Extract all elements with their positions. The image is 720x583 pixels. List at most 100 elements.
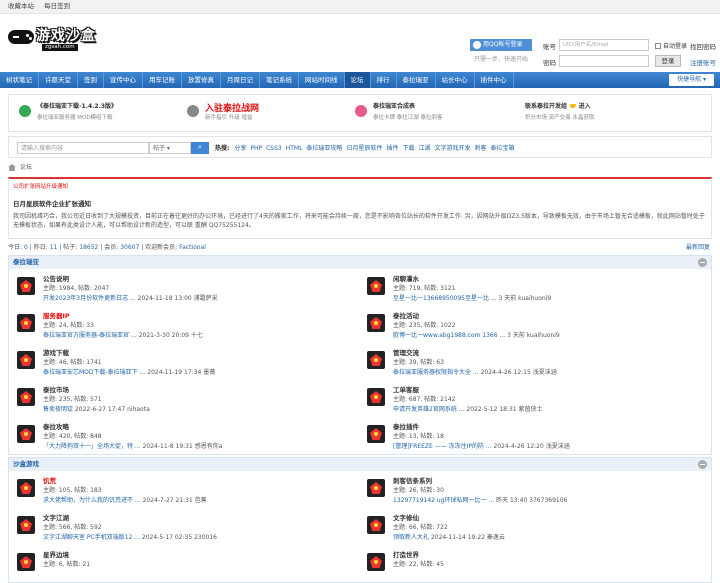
hot-search-link[interactable]: 日月星辰软件 [346, 145, 382, 152]
collapse-icon[interactable] [698, 460, 707, 469]
last-post-title[interactable]: 欧博一比一www.abg1988.com 1366 ... [393, 332, 505, 339]
search-input[interactable]: 请输入搜索内容 [17, 142, 149, 154]
nav-item[interactable]: 插件中心 [475, 72, 514, 88]
last-post-title[interactable]: 13297719142 ug环球私网一比一 ... [393, 497, 494, 504]
forum-item[interactable]: 泰拉市场 主题: 235, 帖数: 571 售卖夜明锭 2022-6-27 17:4… [9, 380, 359, 417]
promo-item[interactable]: 泰拉瑞亚合成表 泰拉卡牌 泰拉江湖 泰拉刺客 [349, 95, 519, 131]
forum-icon[interactable] [367, 479, 385, 497]
hot-search-link[interactable]: 下载 [402, 145, 414, 152]
forum-name[interactable]: 打造世界 [393, 549, 419, 559]
promo-title[interactable]: 《泰拉瑞亚下载-1.4.2.3版》 [37, 101, 117, 110]
last-post-title[interactable]: 泰拉瑞亚安芯MOD下载-泰拉瑞亚下 ... [43, 369, 145, 376]
forum-name[interactable]: 泰拉攻略 [43, 421, 69, 431]
hot-search-link[interactable]: CSS3 [266, 145, 282, 152]
hot-search-link[interactable]: 分享 [234, 145, 246, 152]
latest-reply-link[interactable]: 最新回复 [686, 241, 710, 255]
forum-name[interactable]: 文字修仙 [393, 512, 419, 522]
newest-member-link[interactable]: Factional [179, 244, 206, 251]
search-type-select[interactable]: 帖子 ▾ [149, 142, 191, 154]
hot-search-link[interactable]: HTML [286, 145, 303, 152]
hot-search-link[interactable]: 江湖 [418, 145, 430, 152]
forum-icon[interactable] [17, 516, 35, 534]
quick-nav-button[interactable]: 快捷导航 ▾ [669, 74, 714, 86]
forum-name[interactable]: 工单客服 [393, 384, 419, 394]
collapse-icon[interactable] [698, 258, 707, 267]
forum-name[interactable]: 文字江湖 [43, 512, 69, 522]
forum-item[interactable]: 刺客信条系列 主题: 26, 帖数: 30 13297719142 ug环球私网一比… [359, 471, 709, 508]
last-post-title[interactable]: 「大力降狗双十一」全场大促，特 ... [43, 443, 141, 450]
forgot-password-link[interactable]: 找回密码 [690, 41, 716, 51]
forum-item[interactable]: 打造世界 主题: 22, 帖数: 45 [359, 545, 709, 582]
forum-icon[interactable] [17, 425, 35, 443]
nav-item[interactable]: 泰拉瑞亚 [397, 72, 436, 88]
forum-icon[interactable] [367, 351, 385, 369]
forum-name[interactable]: 管理交流 [393, 347, 419, 357]
forum-item[interactable]: 饥荒 主题: 105, 帖数: 183 求大佬帮助，为什么我的饥荒进不 ... 20… [9, 471, 359, 508]
forum-name[interactable]: 泰拉市场 [43, 384, 69, 394]
forum-name[interactable]: 星界边境 [43, 549, 69, 559]
home-icon[interactable] [8, 164, 16, 171]
forum-icon[interactable] [367, 388, 385, 406]
promo-item[interactable]: 入驻泰拉战网 新手指引 升级 增益 [181, 95, 351, 131]
last-post-title[interactable]: 开发2023年3月份软件更新日志 ... [43, 295, 136, 302]
forum-item[interactable]: 管理交流 主题: 39, 帖数: 63 泰拉瑞亚服务器权限指令大全 ... 2024… [359, 343, 709, 380]
promo-item[interactable]: 联系泰拉开发组 🤝 进入 积分市场 资产交易 永晶获取 [519, 95, 689, 131]
nav-item[interactable]: 放置修真 [182, 72, 221, 88]
forum-item[interactable]: 服务器IP 主题: 24, 帖数: 33 泰拉瑞亚官方服务器-泰拉瑞亚官 ... 2… [9, 306, 359, 343]
auto-login-checkbox[interactable]: 自动登录 [655, 41, 687, 50]
group-header[interactable]: 沙盒游戏 [9, 458, 711, 471]
group-title[interactable]: 沙盒游戏 [13, 460, 39, 468]
forum-name[interactable]: 泰拉活动 [393, 310, 419, 320]
nav-item[interactable]: 网站时间线 [299, 72, 345, 88]
promo-title[interactable]: 泰拉瑞亚合成表 [373, 101, 415, 110]
forum-item[interactable]: 工单客服 主题: 687, 帖数: 2142 申请开发英雄2官网系统 ... 202… [359, 380, 709, 417]
last-post-title[interactable]: [管理]FREEZE —— 冻冻住IP的防 ... [393, 443, 492, 450]
nav-item[interactable]: 宣传中心 [104, 72, 143, 88]
hot-search-link[interactable]: 刺客 [475, 145, 487, 152]
password-input[interactable] [559, 55, 649, 67]
forum-item[interactable]: 游戏下载 主题: 46, 帖数: 1741 泰拉瑞亚安芯MOD下载-泰拉瑞亚下 ..… [9, 343, 359, 380]
forum-name[interactable]: 游戏下载 [43, 347, 69, 357]
forum-item[interactable]: 公告说明 主题: 1984, 帖数: 2047 开发2023年3月份软件更新日志 .… [9, 269, 359, 306]
hot-search-link[interactable]: PHP [250, 145, 262, 152]
forum-item[interactable]: 星界边境 主题: 6, 帖数: 21 [9, 545, 359, 582]
search-button[interactable]: ⌕ [191, 142, 209, 154]
forum-item[interactable]: 泰拉攻略 主题: 420, 帖数: 848 「大力降狗双十一」全场大促，特 ... … [9, 417, 359, 454]
forum-icon[interactable] [17, 553, 35, 571]
forum-name[interactable]: 公告说明 [43, 273, 69, 283]
group-title[interactable]: 泰拉瑞亚 [13, 258, 39, 266]
site-logo[interactable]: 游戏沙盒 zgsah.com [8, 18, 98, 54]
last-post-title[interactable]: 求大佬帮助，为什么我的饥荒进不 ... [43, 497, 141, 504]
nav-item[interactable]: 用车记账 [143, 72, 182, 88]
forum-icon[interactable] [367, 553, 385, 571]
bookmark-link[interactable]: 收藏本站 [8, 2, 34, 10]
group-header[interactable]: 泰拉瑞亚 [9, 256, 711, 269]
forum-name[interactable]: 饥荒 [43, 475, 56, 485]
breadcrumb-current[interactable]: 论坛 [20, 164, 32, 171]
forum-name[interactable]: 闲聊灌水 [393, 273, 419, 283]
last-post-title[interactable]: 至星一比一13668950095至星一比 ... [393, 295, 497, 302]
forum-name[interactable]: 泰拉插件 [393, 421, 419, 431]
hot-search-link[interactable]: 插件 [386, 145, 398, 152]
qq-login-button[interactable]: 用QQ帐号登录 [470, 39, 532, 51]
forum-icon[interactable] [367, 277, 385, 295]
hot-search-link[interactable]: 泰拉宝箱 [491, 145, 515, 152]
forum-icon[interactable] [17, 314, 35, 332]
nav-item[interactable]: 签到 [78, 72, 104, 88]
forum-item[interactable]: 泰拉活动 主题: 235, 帖数: 1022 欧博一比一www.abg1988.co… [359, 306, 709, 343]
forum-icon[interactable] [17, 351, 35, 369]
nav-item[interactable]: 许愿天堂 [39, 72, 78, 88]
forum-icon[interactable] [17, 277, 35, 295]
last-post-title[interactable]: 售卖夜明锭 [43, 406, 73, 413]
checkin-link[interactable]: 每日签到 [44, 2, 70, 10]
nav-item[interactable]: 论坛 [344, 72, 371, 88]
forum-item[interactable]: 闲聊灌水 主题: 719, 帖数: 3121 至星一比一13668950095至星一… [359, 269, 709, 306]
nav-item[interactable]: 排行 [371, 72, 397, 88]
forum-icon[interactable] [17, 388, 35, 406]
hot-search-link[interactable]: 文字游戏开发 [435, 145, 471, 152]
promo-item[interactable]: 《泰拉瑞亚下载-1.4.2.3版》 泰拉瑞亚服务器 MOD模组下载 [13, 95, 183, 131]
forum-icon[interactable] [367, 314, 385, 332]
login-button[interactable]: 登录 [655, 55, 681, 67]
forum-item[interactable]: 泰拉插件 主题: 13, 帖数: 18 [管理]FREEZE —— 冻冻住IP的防 … [359, 417, 709, 454]
nav-item[interactable]: 树状笔记 [0, 72, 39, 88]
